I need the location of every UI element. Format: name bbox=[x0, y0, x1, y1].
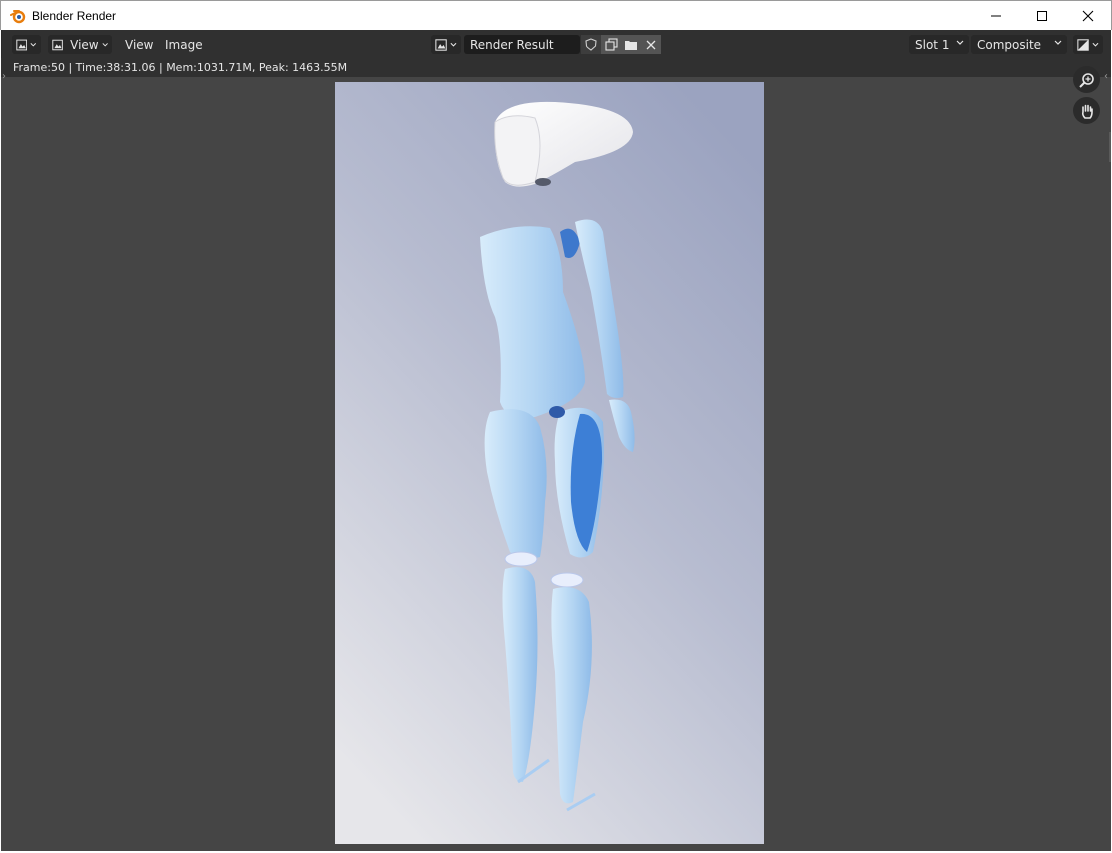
chevron-down-icon bbox=[30, 42, 37, 47]
view-mode-label: View bbox=[70, 37, 99, 52]
toolbar-expand-icon[interactable]: › bbox=[2, 71, 6, 82]
close-button[interactable] bbox=[1065, 1, 1111, 31]
layer-dropdown[interactable]: Composite bbox=[971, 35, 1067, 54]
duplicate-image-button[interactable] bbox=[601, 35, 621, 54]
minimize-icon bbox=[991, 15, 1001, 17]
image-view-icon bbox=[52, 39, 63, 50]
image-browse-icon bbox=[435, 38, 447, 51]
maximize-icon bbox=[1037, 11, 1047, 21]
image-menu[interactable]: Image bbox=[165, 35, 203, 54]
window-title: Blender Render bbox=[32, 8, 117, 23]
image-editor-header: View View Image Render Result Slot 1 Com… bbox=[1, 30, 1111, 58]
x-icon bbox=[646, 40, 656, 49]
layer-label: Composite bbox=[977, 37, 1042, 52]
image-editor-canvas[interactable]: › ‹ bbox=[1, 66, 1111, 853]
folder-icon bbox=[625, 40, 637, 50]
zoom-button[interactable] bbox=[1073, 66, 1100, 93]
chevron-down-icon bbox=[1054, 40, 1062, 45]
window-title-bar: Blender Render bbox=[0, 0, 1112, 30]
minimize-button[interactable] bbox=[973, 1, 1019, 31]
hand-pan-icon bbox=[1081, 104, 1093, 119]
shield-icon bbox=[585, 38, 597, 51]
browse-image-button[interactable] bbox=[431, 35, 461, 54]
editor-type-button[interactable] bbox=[12, 35, 41, 54]
close-icon bbox=[1082, 10, 1094, 22]
open-image-button[interactable] bbox=[621, 35, 641, 54]
rendered-figure bbox=[335, 82, 764, 844]
chevron-down-icon bbox=[102, 42, 108, 46]
display-channels-button[interactable] bbox=[1073, 35, 1103, 54]
duplicate-icon bbox=[604, 38, 618, 51]
chevron-down-icon bbox=[956, 40, 964, 45]
pan-button[interactable] bbox=[1073, 97, 1100, 124]
sidebar-expand-icon[interactable]: ‹ bbox=[1104, 71, 1108, 82]
blender-logo-icon bbox=[10, 9, 26, 23]
slot-dropdown[interactable]: Slot 1 bbox=[909, 35, 969, 54]
sidebar-edge bbox=[1109, 132, 1111, 162]
chevron-down-icon bbox=[1092, 42, 1099, 47]
unlink-image-button[interactable] bbox=[641, 35, 661, 54]
fake-user-button[interactable] bbox=[581, 35, 601, 54]
zoom-icon bbox=[1078, 72, 1094, 88]
view-menu[interactable]: View bbox=[125, 35, 153, 54]
chevron-down-icon bbox=[450, 42, 457, 47]
render-result-image bbox=[335, 82, 764, 844]
image-editor-icon bbox=[16, 39, 28, 50]
slot-label: Slot 1 bbox=[915, 37, 950, 52]
image-name-field[interactable]: Render Result bbox=[464, 35, 580, 54]
maximize-button[interactable] bbox=[1019, 1, 1065, 31]
render-stats: Frame:50 | Time:38:31.06 | Mem:1031.71M,… bbox=[1, 58, 1111, 77]
display-channels-icon bbox=[1077, 38, 1089, 51]
view-mode-dropdown[interactable]: View bbox=[48, 35, 112, 54]
